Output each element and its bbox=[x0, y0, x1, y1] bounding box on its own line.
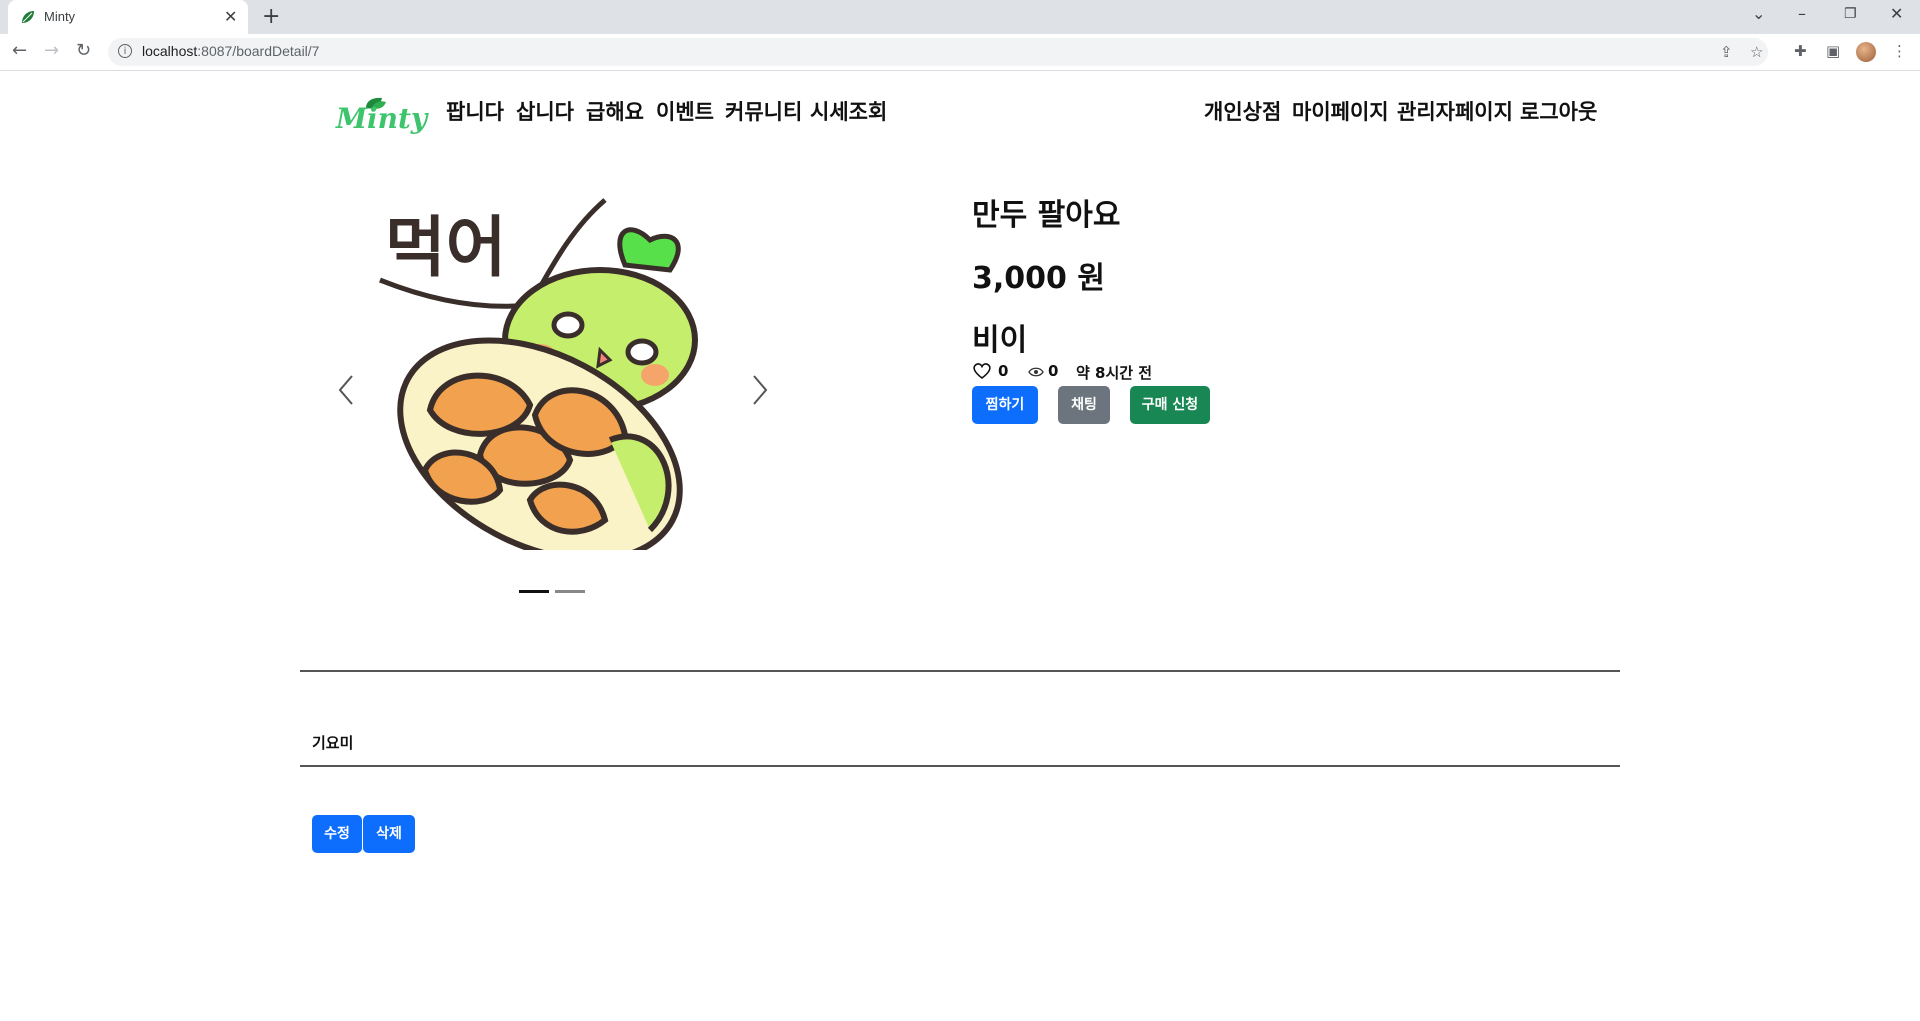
browser-tabstrip: Minty ✕ + ⌄ – ❐ ✕ bbox=[0, 0, 1920, 34]
site-info-icon[interactable]: i bbox=[118, 44, 132, 58]
side-panel-icon[interactable]: ▣ bbox=[1826, 42, 1840, 60]
product-image: 먹어 bbox=[370, 190, 710, 563]
browser-tab[interactable]: Minty ✕ bbox=[8, 0, 248, 34]
profile-avatar[interactable] bbox=[1856, 42, 1876, 62]
delete-button[interactable]: 삭제 bbox=[363, 815, 415, 853]
new-tab-button[interactable]: + bbox=[262, 4, 280, 29]
eye-icon bbox=[1028, 367, 1044, 377]
nav-personal-shop[interactable]: 개인상점 bbox=[1204, 96, 1281, 126]
nav-mypage[interactable]: 마이페이지 bbox=[1292, 96, 1389, 126]
view-count: 0 bbox=[1048, 362, 1059, 380]
heart-icon bbox=[973, 363, 991, 380]
product-price: 3,000 원 bbox=[972, 261, 1105, 296]
content-top-divider bbox=[300, 670, 1620, 672]
nav-event[interactable]: 이벤트 bbox=[656, 96, 714, 126]
leaf-favicon-icon bbox=[22, 11, 34, 23]
nav-logout[interactable]: 로그아웃 bbox=[1520, 96, 1597, 126]
nav-urgent[interactable]: 급해요 bbox=[586, 96, 644, 126]
like-count: 0 bbox=[998, 362, 1009, 380]
seller-name: 비이 bbox=[972, 323, 1028, 358]
carousel-prev-button[interactable] bbox=[332, 370, 362, 410]
tab-close-icon[interactable]: ✕ bbox=[224, 7, 237, 26]
address-bar[interactable]: i localhost:8087/boardDetail/7 ⇪ ☆ bbox=[108, 38, 1768, 66]
window-close-icon[interactable]: ✕ bbox=[1890, 4, 1903, 23]
carousel-next-button[interactable] bbox=[744, 370, 774, 410]
share-icon[interactable]: ⇪ bbox=[1720, 43, 1733, 61]
purchase-request-button[interactable]: 구매 신청 bbox=[1130, 386, 1210, 424]
carousel-indicator-1[interactable] bbox=[519, 590, 549, 593]
chevron-left-icon bbox=[338, 375, 353, 405]
url-text[interactable]: localhost:8087/boardDetail/7 bbox=[142, 43, 319, 59]
reload-icon[interactable]: ↻ bbox=[76, 40, 91, 61]
posted-time: 약 8시간 전 bbox=[1076, 364, 1153, 382]
tab-title: Minty bbox=[44, 9, 76, 24]
content-bottom-divider bbox=[300, 765, 1620, 767]
image-carousel: 먹어 bbox=[320, 180, 780, 600]
chevron-right-icon bbox=[753, 375, 768, 405]
edit-button[interactable]: 수정 bbox=[312, 815, 362, 853]
nav-price-check[interactable]: 시세조회 bbox=[810, 96, 887, 126]
nav-buy[interactable]: 삽니다 bbox=[516, 96, 574, 126]
forward-arrow-icon[interactable]: → bbox=[44, 40, 59, 61]
image-caption: 먹어 bbox=[385, 209, 506, 286]
minimize-icon[interactable]: – bbox=[1798, 4, 1806, 23]
minty-logo[interactable]: Minty bbox=[330, 96, 427, 136]
extensions-puzzle-icon[interactable]: ✚ bbox=[1794, 42, 1807, 60]
chat-button[interactable]: 채팅 bbox=[1058, 386, 1110, 424]
carousel-indicator-2[interactable] bbox=[555, 590, 585, 593]
tab-search-chevron-icon[interactable]: ⌄ bbox=[1752, 4, 1765, 23]
browser-toolbar: ← → ↻ i localhost:8087/boardDetail/7 ⇪ ☆… bbox=[0, 34, 1920, 71]
back-arrow-icon[interactable]: ← bbox=[12, 40, 27, 61]
bookmark-star-icon[interactable]: ☆ bbox=[1750, 43, 1763, 61]
wish-button[interactable]: 찜하기 bbox=[972, 386, 1038, 424]
nav-sell[interactable]: 팝니다 bbox=[446, 96, 504, 126]
logo-text: Minty bbox=[336, 102, 428, 135]
nav-admin[interactable]: 관리자페이지 bbox=[1397, 96, 1513, 126]
browser-menu-icon[interactable]: ⋮ bbox=[1892, 42, 1907, 60]
post-content: 기요미 bbox=[312, 734, 354, 752]
restore-icon[interactable]: ❐ bbox=[1844, 6, 1857, 22]
nav-community[interactable]: 커뮤니티 bbox=[725, 96, 802, 126]
product-title: 만두 팔아요 bbox=[972, 198, 1121, 233]
